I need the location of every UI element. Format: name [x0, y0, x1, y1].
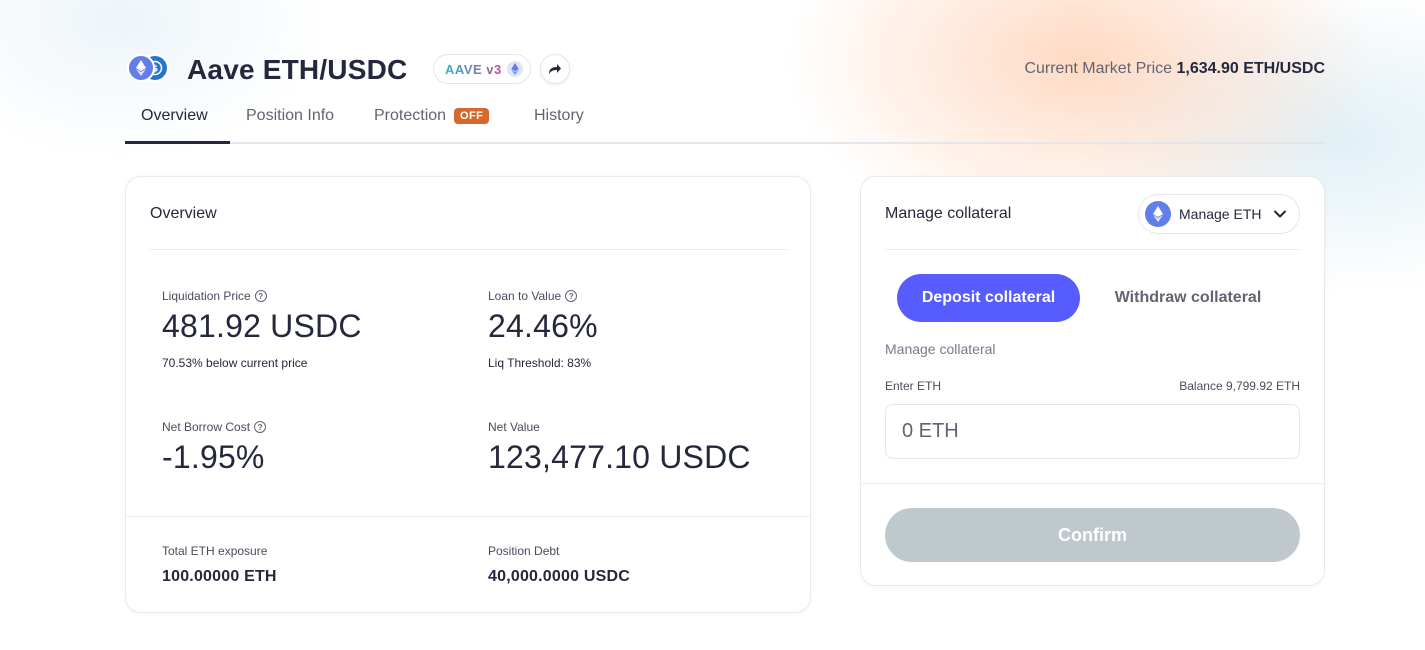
divider	[861, 483, 1324, 484]
manage-asset-select[interactable]: Manage ETH	[1138, 194, 1300, 234]
tab-protection[interactable]: Protection OFF	[374, 107, 490, 125]
liquidation-price-metric: Liquidation Price? 481.92 USDC 70.53% be…	[162, 289, 362, 370]
page-header: $ Aave ETH/USDC AAVE v3 Current Market P…	[125, 48, 1325, 92]
tab-label: Protection	[374, 107, 447, 124]
net-value-value: 123,477.10 USDC	[488, 439, 751, 475]
position-tabs: Overview Position Info Protection OFF Hi…	[125, 101, 1325, 144]
help-icon[interactable]: ?	[565, 290, 578, 302]
net-borrow-cost-metric: Net Borrow Cost? -1.95%	[162, 420, 267, 476]
overview-card: Overview Liquidation Price? 481.92 USDC …	[125, 176, 811, 613]
chevron-down-icon	[1274, 210, 1286, 218]
withdraw-collateral-button[interactable]: Withdraw collateral	[1097, 274, 1279, 322]
net-borrow-cost-value: -1.95%	[162, 439, 265, 475]
tab-label: Overview	[141, 107, 208, 124]
help-icon[interactable]: ?	[254, 421, 267, 433]
total-exposure-value: 100.00000 ETH	[162, 568, 277, 585]
manage-collateral-card: Manage collateral Manage ETH Deposit col…	[860, 176, 1325, 586]
share-icon	[549, 64, 561, 74]
help-icon[interactable]: ?	[254, 290, 267, 302]
manage-collateral-title: Manage collateral	[885, 205, 1012, 222]
share-button[interactable]	[540, 54, 570, 84]
protocol-badge: AAVE v3	[433, 54, 531, 84]
protection-off-badge: OFF	[454, 108, 490, 124]
metric-label: Net Borrow Cost	[162, 420, 251, 434]
total-exposure-metric: Total ETH exposure 100.00000 ETH	[162, 544, 277, 586]
eth-icon	[1145, 201, 1171, 227]
tab-label: Position Info	[246, 107, 335, 124]
manage-asset-label: Manage ETH	[1179, 206, 1262, 222]
tab-overview[interactable]: Overview	[141, 107, 208, 125]
enter-eth-label: Enter ETH	[885, 379, 942, 393]
current-market-price: Current Market Price 1,634.90 ETH/USDC	[1024, 60, 1325, 78]
net-value-metric: Net Value 123,477.10 USDC	[488, 420, 751, 476]
eth-icon	[127, 54, 155, 82]
active-tab-indicator	[125, 141, 230, 144]
metric-label: Liquidation Price	[162, 289, 251, 303]
market-price-label: Current Market Price	[1024, 60, 1173, 77]
position-debt-value: 40,000.0000 USDC	[488, 568, 630, 585]
deposit-collateral-button[interactable]: Deposit collateral	[897, 274, 1080, 322]
metric-label: Total ETH exposure	[162, 544, 268, 558]
overview-title: Overview	[150, 205, 217, 222]
tab-label: History	[534, 107, 584, 124]
market-price-value: 1,634.90 ETH/USDC	[1176, 60, 1325, 77]
divider	[885, 249, 1300, 250]
confirm-button[interactable]: Confirm	[885, 508, 1300, 562]
protocol-badge-label: AAVE v3	[445, 61, 502, 77]
divider	[150, 249, 788, 250]
liquidation-price-sub: 70.53% below current price	[162, 356, 308, 370]
tab-history[interactable]: History	[534, 107, 584, 125]
position-debt-metric: Position Debt 40,000.0000 USDC	[488, 544, 630, 586]
ethereum-network-icon	[506, 61, 523, 77]
loan-to-value-value: 24.46%	[488, 308, 598, 344]
metric-label: Net Value	[488, 420, 540, 434]
page-title: Aave ETH/USDC	[187, 54, 408, 85]
token-pair-icon: $	[127, 54, 171, 84]
eth-balance: Balance 9,799.92 ETH	[1179, 379, 1300, 393]
metric-label: Loan to Value	[488, 289, 562, 303]
liq-threshold: Liq Threshold: 83%	[488, 356, 592, 370]
loan-to-value-metric: Loan to Value? 24.46% Liq Threshold: 83%	[488, 289, 598, 370]
metric-label: Position Debt	[488, 544, 560, 558]
manage-subtitle: Manage collateral	[885, 341, 996, 357]
divider	[126, 516, 810, 517]
tab-position-info[interactable]: Position Info	[246, 107, 334, 125]
eth-amount-input[interactable]	[885, 404, 1300, 459]
liquidation-price-value: 481.92 USDC	[162, 308, 362, 344]
